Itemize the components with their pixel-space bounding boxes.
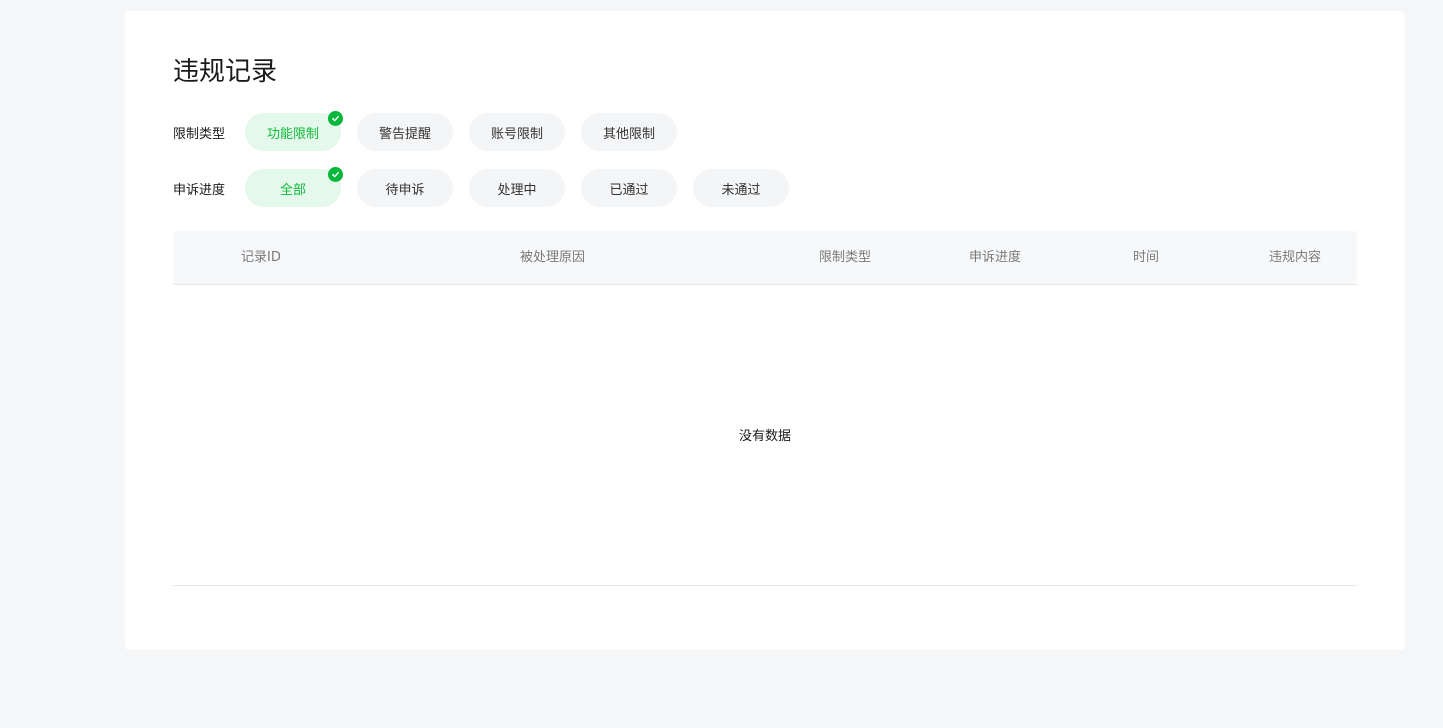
chip-label: 已通过 <box>609 182 649 198</box>
column-header-violation-content: 违规内容 <box>1269 250 1322 265</box>
check-icon <box>328 111 343 126</box>
column-header-appeal-progress: 申诉进度 <box>969 250 1022 265</box>
chip-rejected[interactable]: 未通过 <box>693 169 789 207</box>
empty-state-text: 没有数据 <box>738 429 791 444</box>
records-table: 记录ID 被处理原因 限制类型 申诉进度 时间 违规内容 没有数据 <box>173 231 1357 586</box>
chip-label: 其他限制 <box>602 126 655 142</box>
column-header-restriction-type: 限制类型 <box>819 250 872 265</box>
chip-label: 账号限制 <box>490 126 543 142</box>
chip-label: 处理中 <box>497 182 537 198</box>
chip-function-restriction[interactable]: 功能限制 <box>245 111 343 151</box>
table-body: 没有数据 <box>173 285 1357 586</box>
column-header-reason: 被处理原因 <box>520 250 586 265</box>
chip-label: 警告提醒 <box>378 126 431 142</box>
appeal-progress-filter: 申诉进度 全部 待申诉 处理中 已通过 未通过 <box>173 167 805 207</box>
chip-approved[interactable]: 已通过 <box>581 169 677 207</box>
restriction-type-label: 限制类型 <box>173 126 226 142</box>
chip-label: 待申诉 <box>385 182 425 198</box>
chip-warning[interactable]: 警告提醒 <box>357 113 453 151</box>
check-icon <box>328 167 343 182</box>
chip-label: 全部 <box>279 182 306 198</box>
violation-records-card: 违规记录 限制类型 功能限制 警告提醒 账号限制 其他限制 申诉进度 全部 待申… <box>125 11 1405 650</box>
chip-account-restriction[interactable]: 账号限制 <box>469 113 565 151</box>
chip-all[interactable]: 全部 <box>245 167 343 207</box>
column-header-record-id: 记录ID <box>241 250 281 265</box>
chip-processing[interactable]: 处理中 <box>469 169 565 207</box>
column-header-time: 时间 <box>1133 250 1160 265</box>
restriction-type-filter: 限制类型 功能限制 警告提醒 账号限制 其他限制 <box>173 111 693 151</box>
chip-label: 功能限制 <box>266 126 319 142</box>
chip-label: 未通过 <box>721 182 761 198</box>
appeal-progress-label: 申诉进度 <box>173 182 226 198</box>
table-header: 记录ID 被处理原因 限制类型 申诉进度 时间 违规内容 <box>173 231 1357 285</box>
page-title: 违规记录 <box>173 57 278 87</box>
chip-pending-appeal[interactable]: 待申诉 <box>357 169 453 207</box>
chip-other-restriction[interactable]: 其他限制 <box>581 113 677 151</box>
